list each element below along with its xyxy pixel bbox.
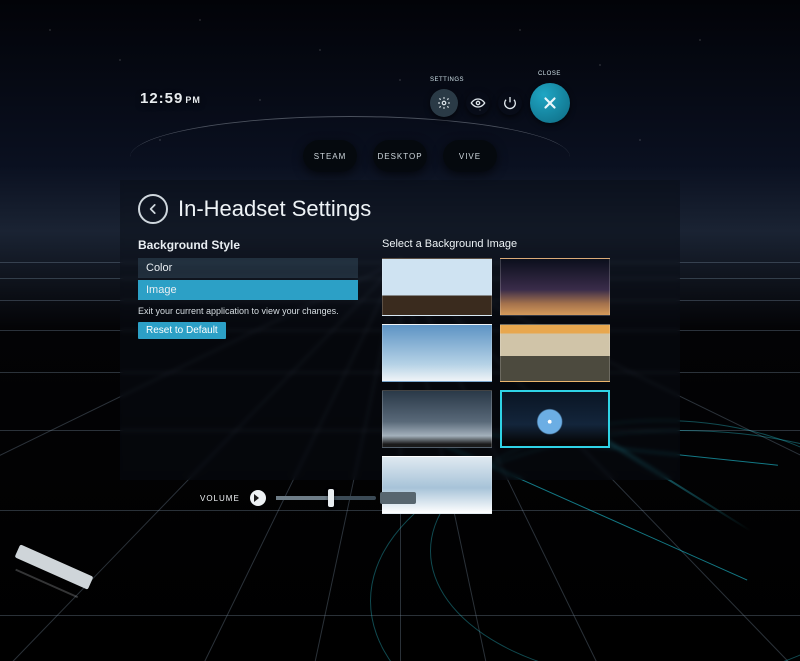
background-thumbnail[interactable] [382, 456, 492, 514]
tab-label: STEAM [314, 152, 347, 161]
power-button[interactable] [498, 91, 522, 115]
tab-label: VIVE [459, 152, 481, 161]
settings-panel: In-Headset Settings Background Style Col… [120, 180, 680, 480]
eye-icon [470, 95, 486, 111]
option-image[interactable]: Image [138, 280, 358, 300]
tab-steam[interactable]: STEAM [303, 140, 357, 172]
option-label: Color [146, 262, 172, 274]
background-thumbnail[interactable] [500, 324, 610, 382]
reset-to-default-button[interactable]: Reset to Default [138, 322, 226, 339]
option-label: Image [146, 284, 177, 296]
gear-icon [437, 96, 451, 110]
hint-text: Exit your current application to view yo… [138, 306, 358, 316]
volume-control: VOLUME [200, 490, 376, 506]
power-icon [502, 95, 518, 111]
background-image-grid [382, 258, 662, 514]
tab-vive[interactable]: VIVE [443, 140, 497, 172]
page-title: In-Headset Settings [178, 196, 371, 222]
background-thumbnail[interactable] [382, 390, 492, 448]
volume-slider-cap [380, 492, 416, 504]
background-thumbnail[interactable] [500, 258, 610, 316]
tab-label: DESKTOP [377, 152, 422, 161]
speaker-icon [250, 490, 266, 506]
back-button[interactable] [138, 194, 168, 224]
background-thumbnail[interactable] [382, 324, 492, 382]
clock-time: 12:59 [140, 90, 183, 107]
floor-marking [15, 544, 94, 589]
section-label-background-style: Background Style [138, 238, 358, 252]
close-label: CLOSE [538, 71, 561, 77]
clock-ampm: PM [185, 95, 201, 105]
background-thumbnail[interactable] [382, 258, 492, 316]
close-icon [541, 94, 559, 112]
settings-button[interactable] [430, 89, 458, 117]
volume-slider-fill [276, 496, 331, 500]
button-label: Reset to Default [146, 325, 218, 336]
background-thumbnail[interactable] [500, 390, 610, 448]
settings-label: SETTINGS [430, 77, 464, 83]
select-background-image-label: Select a Background Image [382, 238, 662, 250]
close-button[interactable] [530, 83, 570, 123]
volume-slider-thumb[interactable] [328, 489, 334, 507]
option-color[interactable]: Color [138, 258, 358, 278]
volume-label: VOLUME [200, 494, 240, 503]
volume-slider[interactable] [276, 496, 376, 500]
clock: 12:59PM [140, 90, 201, 107]
tab-desktop[interactable]: DESKTOP [373, 140, 427, 172]
arrow-left-icon [146, 202, 160, 216]
view-toggle-button[interactable] [466, 91, 490, 115]
